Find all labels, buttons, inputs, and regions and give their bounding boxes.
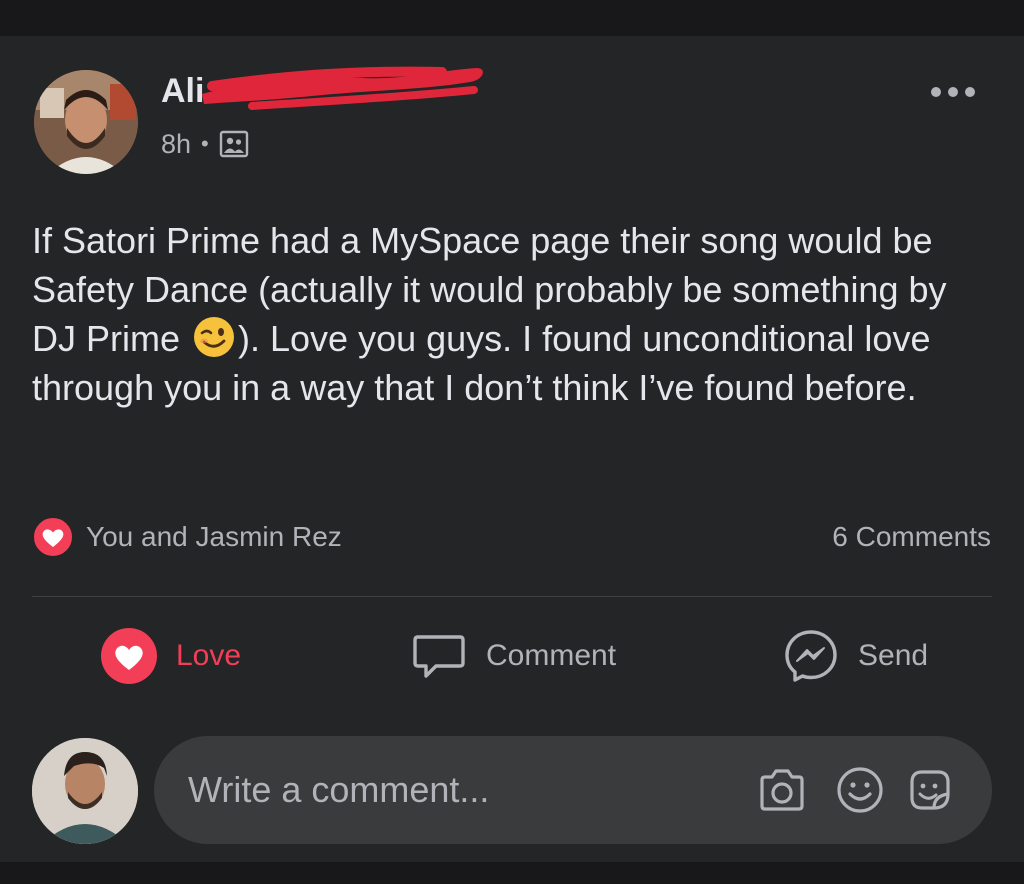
love-button[interactable]: Love (100, 626, 241, 686)
emoji-icon[interactable] (834, 764, 886, 816)
action-divider (32, 596, 992, 597)
current-user-avatar[interactable] (32, 738, 138, 844)
meta-separator: • (201, 131, 209, 156)
post-meta: 8h • (161, 127, 249, 161)
comment-button[interactable]: Comment (410, 626, 616, 686)
camera-icon[interactable] (756, 764, 808, 816)
sticker-icon[interactable] (904, 764, 956, 816)
more-horizontal-icon (931, 87, 975, 97)
redaction-scribble (202, 66, 483, 110)
author-avatar[interactable] (34, 70, 138, 174)
messenger-send-icon (785, 630, 837, 682)
group-audience-icon[interactable] (219, 129, 249, 159)
comments-count-link[interactable]: 6 Comments (832, 515, 991, 559)
love-reaction-icon (32, 516, 74, 558)
love-button-label: Love (176, 639, 242, 672)
more-options-button[interactable] (926, 74, 980, 110)
reaction-summary-text: You and Jasmin Rez (86, 521, 342, 552)
comment-composer (154, 736, 992, 844)
post-body: If Satori Prime had a MySpace page their… (32, 216, 972, 412)
post-timestamp[interactable]: 8h (161, 129, 191, 160)
comment-icon (413, 635, 465, 678)
bottom-spacer (0, 862, 1024, 884)
comment-button-label: Comment (486, 639, 617, 672)
send-button-label: Send (858, 639, 929, 672)
top-spacer (0, 0, 1024, 36)
reaction-summary[interactable]: You and Jasmin Rez (32, 515, 342, 559)
send-button[interactable]: Send (782, 626, 928, 686)
love-icon (101, 628, 157, 684)
winking-face-emoji (194, 317, 235, 357)
comment-input[interactable] (188, 766, 728, 814)
